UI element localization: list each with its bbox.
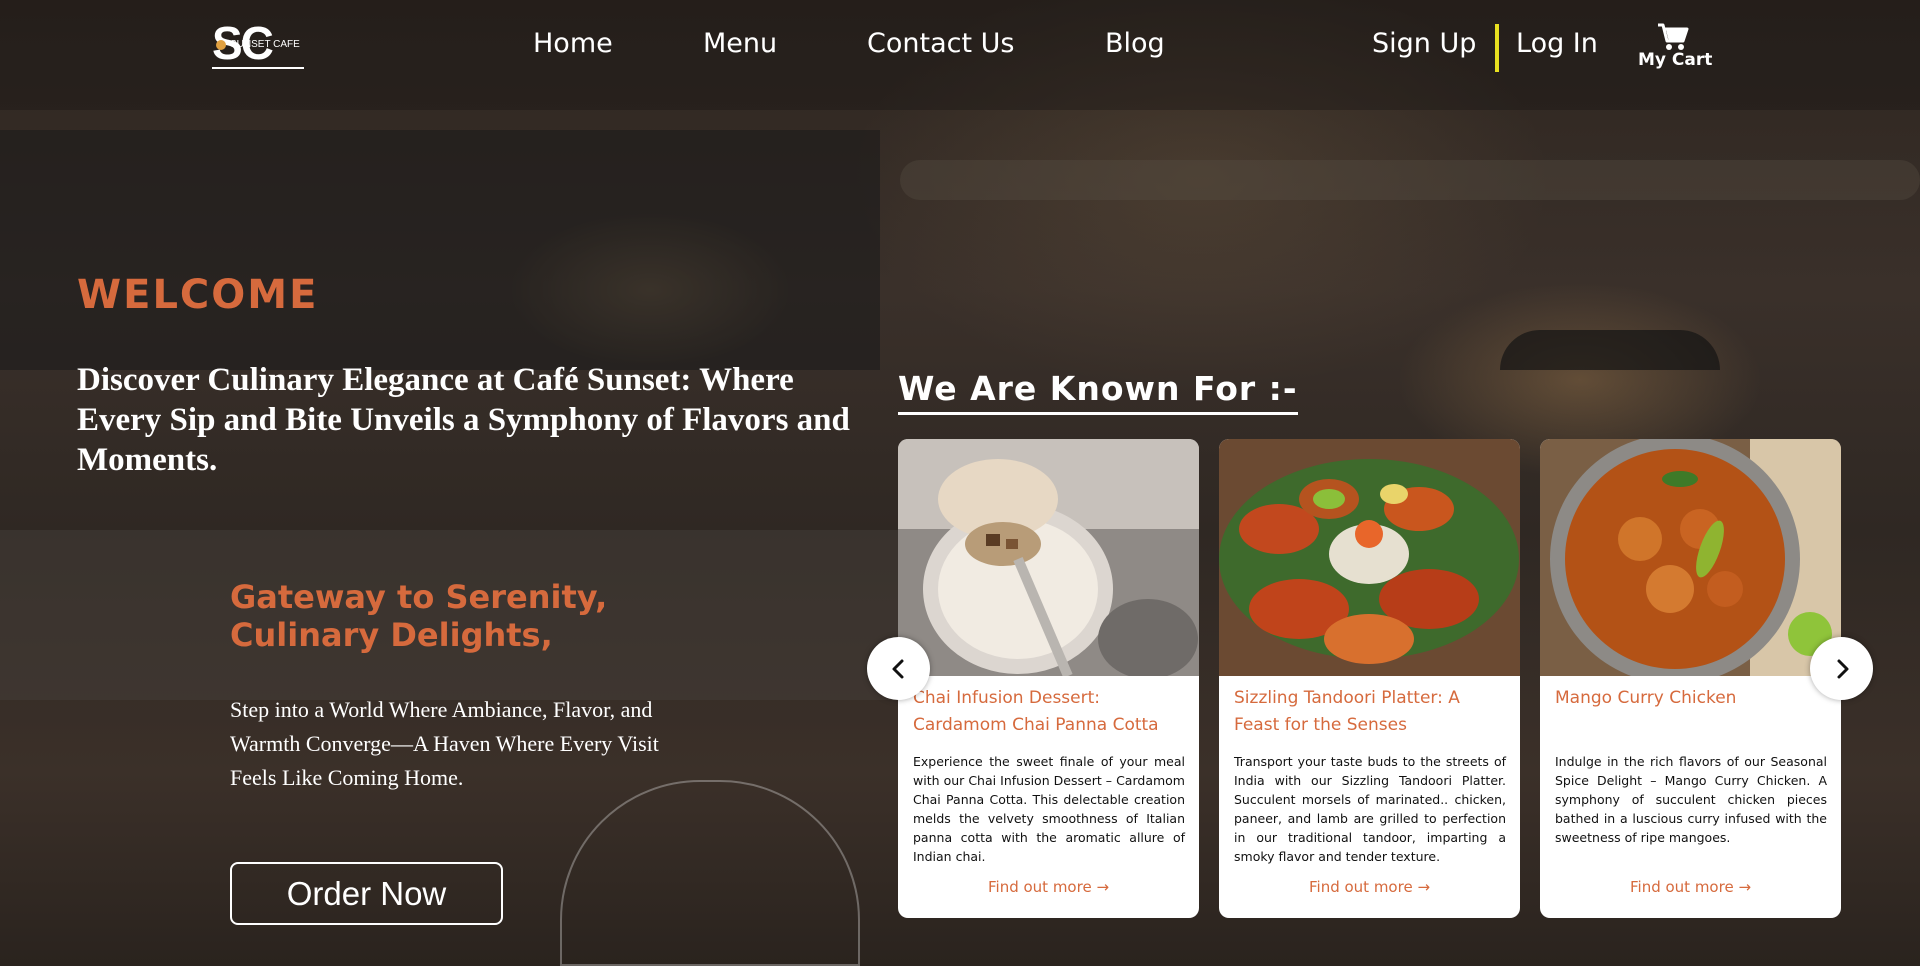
hero-title: Discover Culinary Elegance at Café Sunse… — [77, 362, 850, 478]
known-for-heading: We Are Known For :- — [898, 368, 1298, 415]
background-chair — [560, 780, 860, 966]
card-description: Transport your taste buds to the streets… — [1234, 754, 1506, 864]
dish-card-mango-curry[interactable]: Mango Curry Chicken Indulge in the rich … — [1540, 439, 1841, 918]
logo-underline — [212, 67, 304, 69]
background-pipe — [900, 160, 1920, 200]
tandoori-platter-image — [1219, 439, 1520, 676]
site-logo[interactable]: SC SUNSET CAFE — [212, 20, 304, 72]
chevron-left-icon — [892, 659, 903, 678]
my-cart-button[interactable]: My Cart — [1638, 22, 1713, 70]
find-out-more-link[interactable]: Find out more → — [1219, 878, 1520, 896]
tagline-line-1: Gateway to Serenity, — [230, 578, 608, 616]
dish-card-tandoori-platter[interactable]: Sizzling Tandoori Platter: A Feast for t… — [1219, 439, 1520, 918]
mango-curry-image — [1540, 439, 1841, 676]
carousel-next-button[interactable] — [1810, 637, 1873, 700]
chevron-right-icon — [1837, 659, 1848, 678]
nav-home[interactable]: Home — [533, 28, 613, 60]
card-description: Indulge in the rich flavors of our Seaso… — [1555, 754, 1827, 845]
background-chalkboard — [0, 130, 880, 370]
nav-blog[interactable]: Blog — [1105, 28, 1165, 60]
tagline-line-2: Culinary Delights, — [230, 616, 553, 654]
logo-cup-icon — [216, 40, 226, 50]
hero-description: Step into a World Where Ambiance, Flavor… — [230, 697, 659, 790]
order-now-button[interactable]: Order Now — [230, 862, 503, 925]
card-title: Chai Infusion Dessert: Cardamom Chai Pan… — [913, 688, 1159, 735]
background-lamp — [1500, 330, 1720, 370]
auth-separator — [1495, 24, 1499, 72]
cart-icon — [1658, 23, 1689, 50]
card-description: Experience the sweet finale of your meal… — [913, 754, 1185, 864]
card-title: Mango Curry Chicken — [1555, 688, 1737, 708]
dish-card-panna-cotta[interactable]: Chai Infusion Dessert: Cardamom Chai Pan… — [898, 439, 1199, 918]
nav-log-in[interactable]: Log In — [1516, 28, 1598, 60]
carousel-prev-button[interactable] — [867, 637, 930, 700]
nav-menu[interactable]: Menu — [703, 28, 777, 60]
nav-contact-us[interactable]: Contact Us — [867, 28, 1014, 60]
card-title: Sizzling Tandoori Platter: A Feast for t… — [1234, 688, 1460, 735]
find-out-more-link[interactable]: Find out more → — [898, 878, 1199, 896]
hero-tagline: Gateway to Serenity, Culinary Delights, — [230, 578, 650, 654]
panna-cotta-image — [898, 439, 1199, 676]
nav-sign-up[interactable]: Sign Up — [1372, 28, 1476, 60]
welcome-heading: WELCOME — [77, 272, 319, 318]
find-out-more-link[interactable]: Find out more → — [1540, 878, 1841, 896]
logo-name: SUNSET CAFE — [230, 39, 300, 50]
cart-label: My Cart — [1638, 50, 1713, 70]
